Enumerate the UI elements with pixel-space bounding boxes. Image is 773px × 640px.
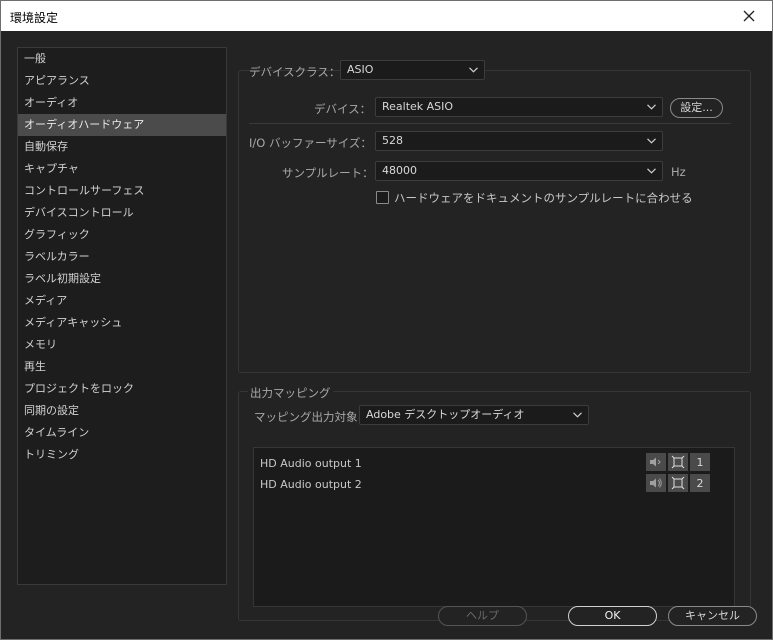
buffer-size-dropdown[interactable]: 528 <box>375 131 663 151</box>
preferences-window: 環境設定 一般 アピアランス オーディオ オーディオハードウェア 自動保存 キャ… <box>0 0 773 640</box>
ok-button[interactable]: OK <box>568 606 657 626</box>
sidebar-item-device-control[interactable]: デバイスコントロール <box>18 202 226 224</box>
device-settings-button[interactable]: 設定... <box>670 98 723 118</box>
title-bar: 環境設定 <box>1 1 772 31</box>
sidebar-item-trim[interactable]: トリミング <box>18 444 226 466</box>
sidebar-item-sync-settings[interactable]: 同期の設定 <box>18 400 226 422</box>
chevron-down-icon <box>647 168 656 174</box>
channel-number-1[interactable]: 1 <box>690 453 710 471</box>
chevron-down-icon <box>573 412 582 418</box>
channel-number-2[interactable]: 2 <box>690 474 710 492</box>
sidebar-item-timeline[interactable]: タイムライン <box>18 422 226 444</box>
match-sample-rate-label[interactable]: ハードウェアをドキュメントのサンプルレートに合わせる <box>394 190 693 206</box>
help-button[interactable]: ヘルプ <box>438 606 527 626</box>
category-list: 一般 アピアランス オーディオ オーディオハードウェア 自動保存 キャプチャ コ… <box>17 47 227 585</box>
mapping-target-value: Adobe デスクトップオーディオ <box>366 408 525 421</box>
dialog-content: 一般 アピアランス オーディオ オーディオハードウェア 自動保存 キャプチャ コ… <box>1 31 772 639</box>
sample-rate-label: サンプルレート： <box>282 166 374 180</box>
chevron-down-icon <box>469 67 478 73</box>
sidebar-item-audio[interactable]: オーディオ <box>18 92 226 114</box>
sidebar-item-graphics[interactable]: グラフィック <box>18 224 226 246</box>
sidebar-item-capture[interactable]: キャプチャ <box>18 158 226 180</box>
device-dropdown[interactable]: Realtek ASIO <box>375 97 663 117</box>
sidebar-item-label-colors[interactable]: ラベルカラー <box>18 246 226 268</box>
sample-rate-unit: Hz <box>671 165 686 179</box>
sidebar-item-general[interactable]: 一般 <box>18 48 226 70</box>
match-sample-rate-checkbox[interactable] <box>376 191 389 204</box>
output-name-2: HD Audio output 2 <box>260 478 362 491</box>
device-class-value: ASIO <box>347 63 374 76</box>
speaker-icon[interactable] <box>646 453 666 471</box>
sidebar-item-media[interactable]: メディア <box>18 290 226 312</box>
close-button[interactable] <box>726 1 772 31</box>
output-name-1: HD Audio output 1 <box>260 457 362 470</box>
sidebar-item-audio-hardware[interactable]: オーディオハードウェア <box>18 114 226 136</box>
device-class-label: デバイスクラス： <box>249 65 341 79</box>
device-class-dropdown[interactable]: ASIO <box>340 60 485 80</box>
device-label: デバイス： <box>314 102 372 116</box>
sidebar-item-memory[interactable]: メモリ <box>18 334 226 356</box>
sidebar-item-project-locking[interactable]: プロジェクトをロック <box>18 378 226 400</box>
output-mapping-title: 出力マッピング <box>248 385 333 401</box>
sidebar-item-label-defaults[interactable]: ラベル初期設定 <box>18 268 226 290</box>
speaker-icon[interactable] <box>646 474 666 492</box>
mapping-target-label: マッピング出力対象： <box>254 410 369 424</box>
sample-rate-value: 48000 <box>382 164 417 177</box>
surround-icon[interactable] <box>668 474 688 492</box>
output-channel-list: HD Audio output 1 HD Audio output 2 1 2 <box>253 447 735 607</box>
close-icon <box>743 10 755 22</box>
surround-icon[interactable] <box>668 453 688 471</box>
chevron-down-icon <box>647 104 656 110</box>
sidebar-item-media-cache[interactable]: メディアキャッシュ <box>18 312 226 334</box>
cancel-button[interactable]: キャンセル <box>668 606 757 626</box>
sidebar-item-autosave[interactable]: 自動保存 <box>18 136 226 158</box>
window-title: 環境設定 <box>10 11 59 25</box>
buffer-size-label: I/O バッファーサイズ： <box>249 136 372 150</box>
sample-rate-dropdown[interactable]: 48000 <box>375 161 663 181</box>
buffer-size-value: 528 <box>382 134 403 147</box>
divider <box>249 123 731 124</box>
chevron-down-icon <box>647 138 656 144</box>
sidebar-item-control-surface[interactable]: コントロールサーフェス <box>18 180 226 202</box>
sidebar-item-appearance[interactable]: アピアランス <box>18 70 226 92</box>
device-value: Realtek ASIO <box>382 100 454 113</box>
sidebar-item-playback[interactable]: 再生 <box>18 356 226 378</box>
mapping-target-dropdown[interactable]: Adobe デスクトップオーディオ <box>359 405 589 425</box>
